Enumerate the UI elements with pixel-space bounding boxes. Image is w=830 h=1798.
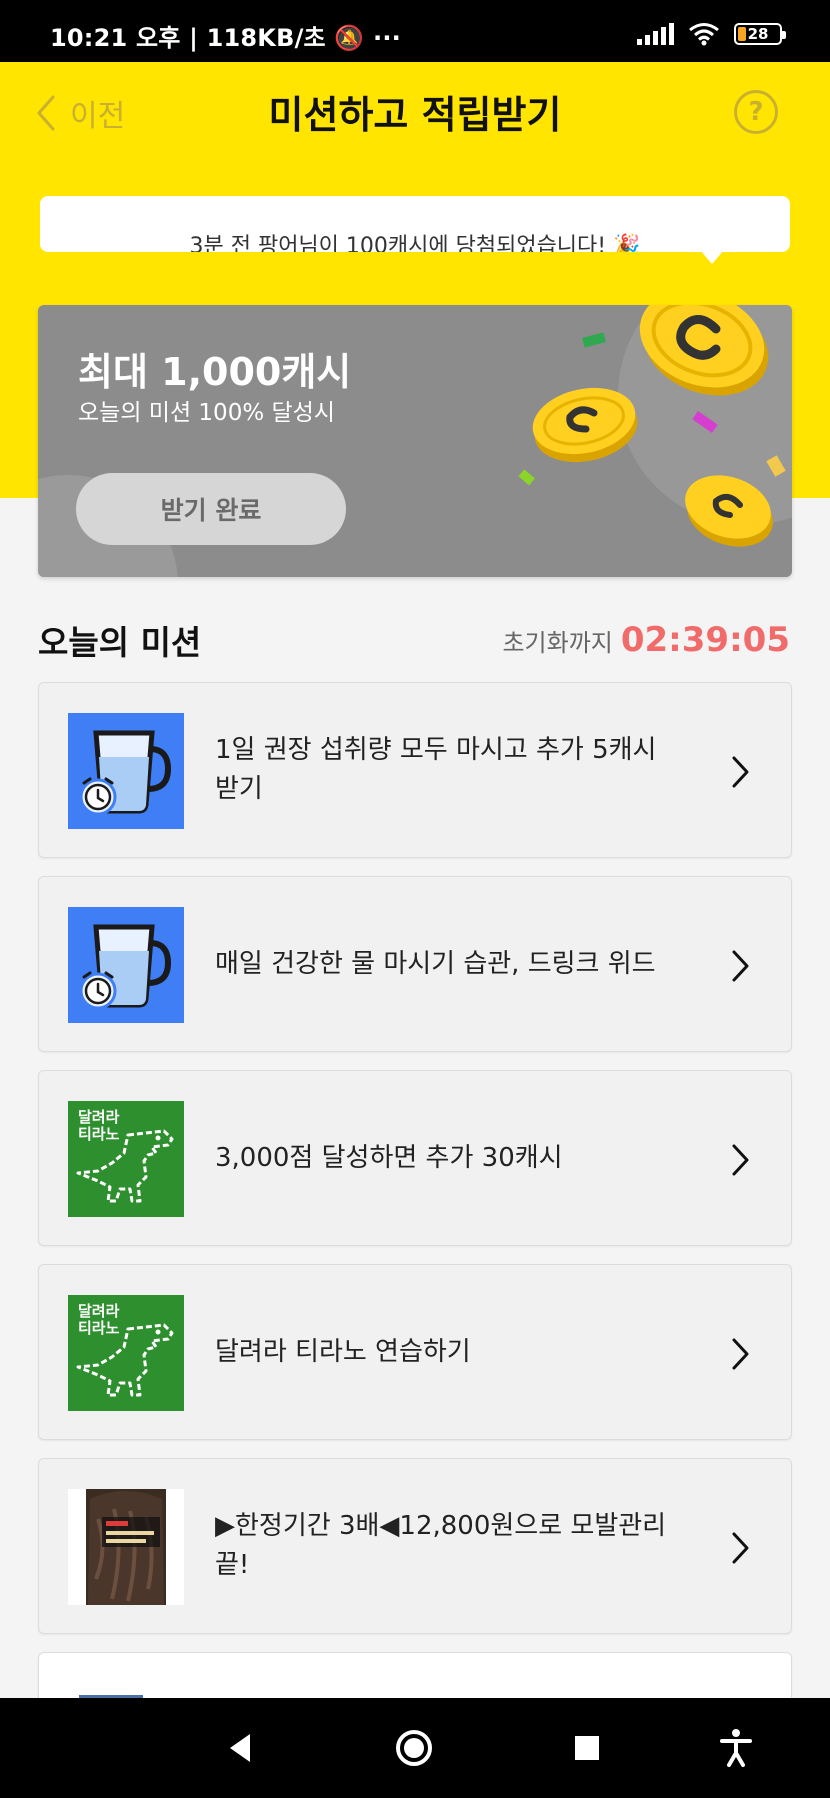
dino-game-label: 달려라 티라노 xyxy=(78,1302,120,1338)
dino-game-label: 달려라 티라노 xyxy=(78,1108,120,1144)
system-nav-bar xyxy=(0,1698,830,1798)
mission-text: 1일 권장 섭취량 모두 마시고 추가 5캐시 받기 xyxy=(215,735,657,804)
accessibility-icon[interactable] xyxy=(718,1728,754,1768)
mission-item[interactable]: ▶한정기간 3배◀12,800원으로 모발관리 끝! xyxy=(38,1458,792,1634)
chevron-right-icon xyxy=(732,756,749,788)
mission-text: 달려라 티라노 연습하기 xyxy=(215,1336,471,1367)
mission-item[interactable]: 달려라 티라노 달려라 티라노 연습하기 xyxy=(38,1264,792,1440)
battery-level: 28 xyxy=(747,25,769,43)
reward-subtitle: 오늘의 미션 100% 달성시 xyxy=(78,400,335,426)
dino-game-icon: 달려라 티라노 xyxy=(68,1295,184,1411)
nav-back-icon[interactable] xyxy=(226,1732,254,1764)
status-bar: 10:21 오후 | 118KB/초 🔕 ··· 28 xyxy=(0,0,830,62)
mission-item[interactable]: 매일 건강한 물 마시기 습관, 드링크 위드 xyxy=(38,876,792,1052)
claim-complete-button[interactable]: 받기 완료 xyxy=(76,473,346,545)
signal-icon xyxy=(637,23,674,45)
winner-notice: 3분 전 팡어님이 100캐시에 당첨되었습니다! 🎉 xyxy=(40,196,790,252)
wifi-icon xyxy=(689,23,719,46)
nav-recents-icon[interactable] xyxy=(573,1734,601,1762)
page-title: 미션하고 적립받기 xyxy=(268,93,562,137)
mission-text: ▶한정기간 3배◀12,800원으로 모발관리 끝! xyxy=(215,1511,667,1580)
status-time-text: 10:21 오후 | 118KB/초 🔕 ··· xyxy=(50,24,401,52)
mission-item[interactable]: 1일 권장 섭취량 모두 마시고 추가 5캐시 받기 xyxy=(38,682,792,858)
reward-title: 최대 1,000캐시 xyxy=(78,350,352,394)
dino-game-icon: 달려라 티라노 xyxy=(68,1101,184,1217)
chevron-right-icon xyxy=(732,1144,749,1176)
status-icons: 28 xyxy=(637,22,786,46)
mission-text: 3,000점 달성하면 추가 30캐시 xyxy=(215,1142,563,1173)
water-cup-alarm-icon xyxy=(68,713,184,829)
coins-illustration xyxy=(518,305,786,547)
mission-text: 매일 건강한 물 마시기 습관, 드링크 위드 xyxy=(215,948,656,979)
help-icon[interactable]: ? xyxy=(734,90,778,134)
nav-home-icon[interactable] xyxy=(394,1728,434,1768)
reward-card: 최대 1,000캐시 오늘의 미션 100% 달성시 받기 완료 xyxy=(38,305,792,577)
water-cup-alarm-icon xyxy=(68,907,184,1023)
chevron-right-icon xyxy=(732,1338,749,1370)
winner-notice-text: 3분 전 팡어님이 100캐시에 당첨되었습니다! 🎉 xyxy=(189,234,641,252)
hair-ad-image xyxy=(68,1489,184,1605)
missions-title: 오늘의 미션 xyxy=(38,623,202,662)
notice-pointer xyxy=(700,250,724,264)
reset-timer: 02:39:05 xyxy=(620,620,790,660)
reset-countdown: 초기화까지 02:39:05 xyxy=(502,620,790,660)
chevron-right-icon xyxy=(732,1532,749,1564)
mission-item[interactable]: 달려라 티라노 3,000점 달성하면 추가 30캐시 xyxy=(38,1070,792,1246)
app-screen: 10:21 오후 | 118KB/초 🔕 ··· 28 이전 미션하고 적립받기 xyxy=(0,0,830,1798)
chevron-right-icon xyxy=(732,950,749,982)
battery-icon: 28 xyxy=(734,23,786,45)
reset-label: 초기화까지 xyxy=(502,629,613,657)
